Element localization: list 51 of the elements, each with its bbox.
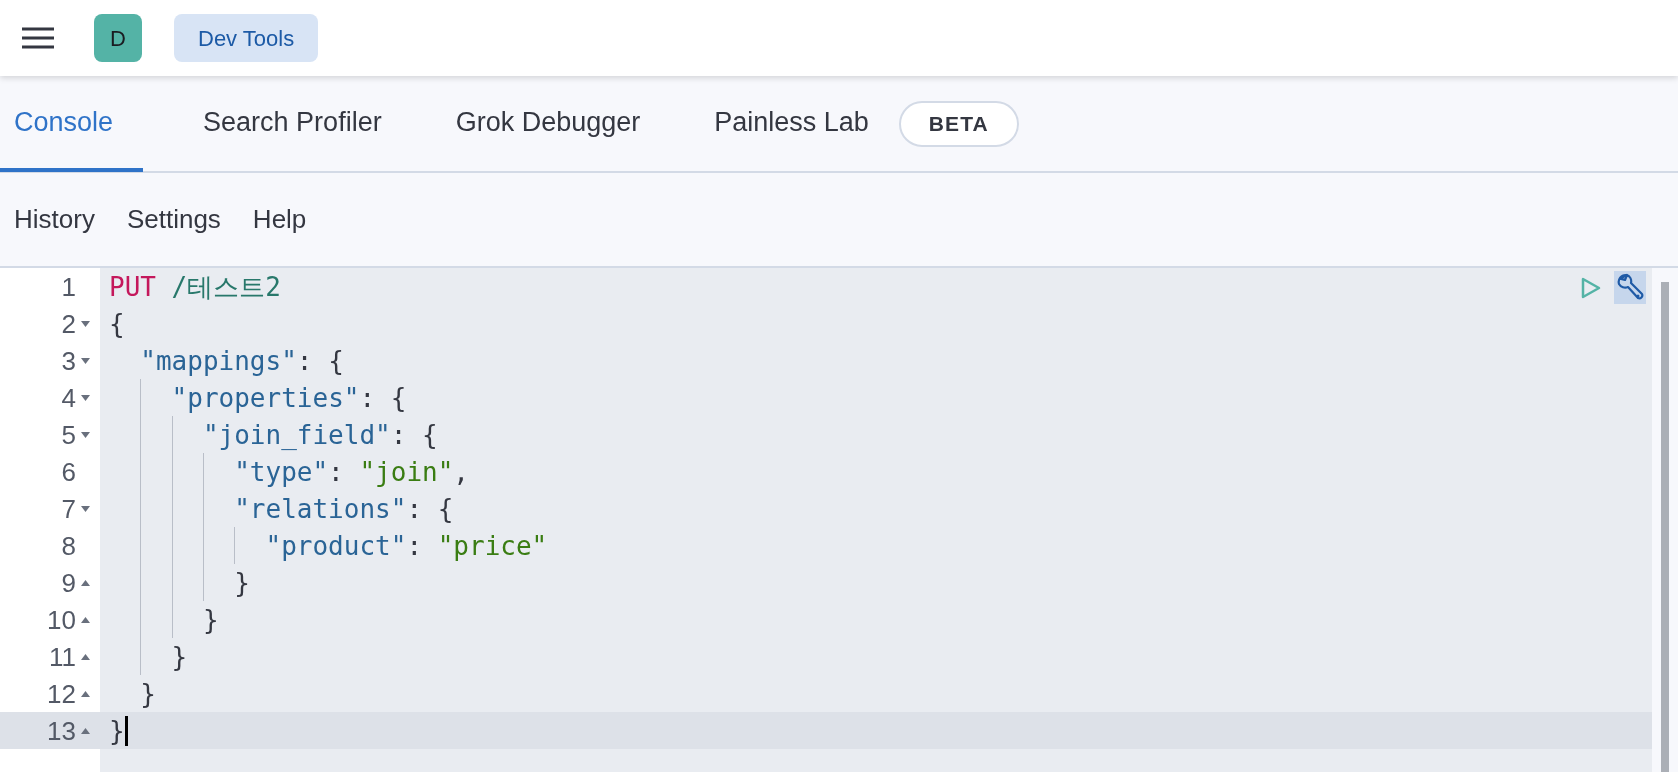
toolbar-link[interactable]: History [14, 200, 95, 239]
unfold-caret-icon[interactable] [80, 616, 90, 623]
line-number: 13 [47, 717, 76, 744]
code-line: { [109, 310, 125, 337]
line-number: 10 [47, 606, 76, 633]
line-number: 2 [61, 310, 76, 337]
line-number: 4 [61, 384, 76, 411]
toolbar-link[interactable]: Help [252, 200, 307, 239]
fold-caret-icon[interactable] [80, 505, 90, 512]
line-number: 12 [47, 680, 76, 707]
unfold-caret-icon[interactable] [80, 653, 90, 660]
line-number: 1 [61, 273, 76, 300]
code-line: "join_field": { [202, 421, 438, 448]
tab[interactable]: Painless Lab [700, 77, 883, 172]
code-line: } [140, 680, 156, 707]
indent-guide [234, 527, 236, 564]
code-line: PUT /테스트2 [109, 273, 281, 300]
toolbar-link[interactable]: Settings [126, 200, 221, 239]
tab[interactable]: Console [0, 77, 144, 172]
line-number: 11 [49, 643, 76, 670]
code-line: "type": "join", [234, 458, 469, 485]
line-number: 6 [61, 458, 76, 485]
scrollbar[interactable] [1661, 282, 1669, 772]
code-line: "relations": { [234, 495, 454, 522]
fold-caret-icon[interactable] [80, 431, 90, 438]
user-avatar[interactable]: D [94, 14, 142, 62]
line-number: 7 [61, 495, 76, 522]
code-line: } [202, 606, 219, 633]
line-number: 5 [61, 421, 76, 448]
unfold-caret-icon[interactable] [80, 579, 90, 586]
fold-caret-icon[interactable] [80, 394, 90, 401]
fold-caret-icon[interactable] [80, 357, 90, 364]
code-line: "properties": { [171, 384, 407, 411]
breadcrumb[interactable]: Dev Tools [174, 14, 319, 62]
line-number: 9 [61, 569, 76, 596]
wrench-button[interactable] [1614, 271, 1646, 304]
code-line: "product": "price" [265, 532, 548, 559]
unfold-caret-icon[interactable] [80, 727, 90, 734]
code-line: } [109, 717, 125, 744]
unfold-caret-icon[interactable] [80, 690, 90, 697]
code-line: } [171, 643, 188, 670]
fold-caret-icon[interactable] [80, 320, 90, 327]
line-number: 3 [61, 347, 76, 374]
beta-badge: BETA [898, 100, 1019, 147]
menu-icon[interactable] [22, 26, 54, 50]
tab[interactable]: Search Profiler [189, 77, 396, 172]
code-line: } [234, 569, 250, 596]
code-line: "mappings": { [140, 347, 344, 374]
tab[interactable]: Grok Debugger [441, 77, 655, 172]
line-number: 8 [61, 532, 76, 559]
text-cursor [124, 715, 128, 746]
